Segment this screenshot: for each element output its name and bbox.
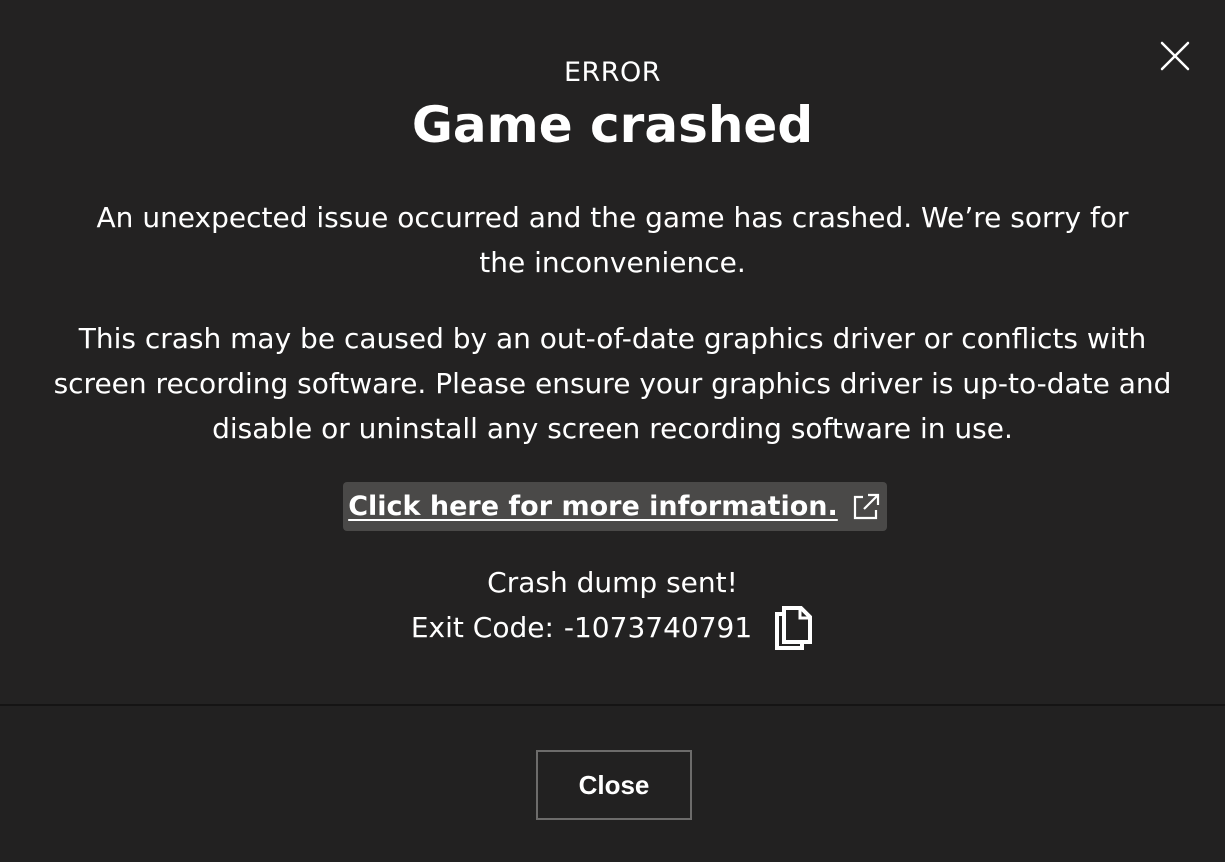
- dialog-content: ERROR Game crashed An unexpected issue o…: [0, 0, 1225, 706]
- exit-code-label: Exit Code:: [410, 611, 554, 644]
- more-info-link[interactable]: Click here for more information.: [343, 482, 887, 531]
- exit-code-row: Exit Code: -1073740791: [0, 604, 1225, 652]
- crash-hint-message: This crash may be caused by an out-of-da…: [53, 322, 1172, 445]
- external-link-icon: [853, 493, 879, 519]
- more-info-link-label: Click here for more information.: [348, 491, 838, 522]
- exit-code-value: -1073740791: [563, 611, 753, 644]
- close-button[interactable]: Close: [536, 750, 692, 820]
- footer-divider: [0, 704, 1225, 706]
- crash-dump-status: Crash dump sent!: [487, 566, 738, 599]
- error-label: ERROR: [563, 57, 662, 88]
- crash-dialog: ERROR Game crashed An unexpected issue o…: [0, 0, 1225, 862]
- crash-message: An unexpected issue occurred and the gam…: [96, 201, 1129, 279]
- copy-icon[interactable]: [774, 606, 814, 650]
- dialog-title: Game crashed: [411, 96, 814, 154]
